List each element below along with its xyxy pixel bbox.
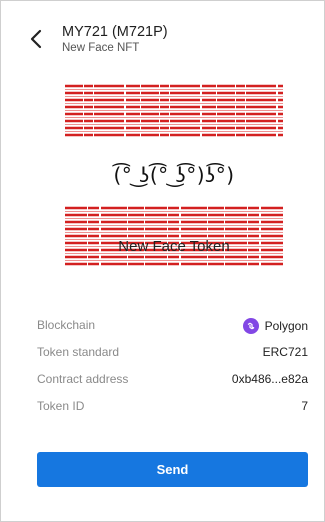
page-title: MY721 (M721P) [62, 24, 168, 40]
detail-value: ERC721 [262, 345, 308, 359]
nft-caption: New Face Token [118, 238, 230, 255]
detail-row-token-id: Token ID 7 [37, 393, 308, 420]
detail-label: Contract address [37, 372, 129, 386]
red-stripes-top [65, 83, 283, 141]
detail-row-contract-address: Contract address 0xb486...e82a [37, 366, 308, 393]
wallet-nft-detail-panel: MY721 (M721P) New Face NFT (͡° ͜ʖ(͡° ͜ʖ͡… [0, 0, 325, 522]
chevron-left-icon [30, 29, 42, 49]
detail-row-token-standard: Token standard ERC721 [37, 339, 308, 366]
detail-value: Polygon [242, 318, 308, 334]
polygon-icon [242, 318, 259, 334]
send-button[interactable]: Send [37, 452, 308, 487]
detail-value: 7 [301, 399, 308, 413]
detail-row-blockchain: Blockchain Polygon [37, 312, 308, 339]
blockchain-value: Polygon [264, 319, 308, 333]
nft-image: (͡° ͜ʖ(͡° ͜ʖ͡°)ʖ͡°) New Face Token [61, 83, 287, 271]
detail-label: Token standard [37, 345, 120, 359]
detail-label: Blockchain [37, 318, 96, 332]
page-subtitle: New Face NFT [62, 42, 140, 54]
detail-value[interactable]: 0xb486...e82a [232, 372, 308, 386]
lenny-face-text: (͡° ͜ʖ(͡° ͜ʖ͡°)ʖ͡°) [113, 163, 235, 187]
nft-details-list: Blockchain Polygon Token standard ERC721… [37, 312, 308, 420]
header: MY721 (M721P) New Face NFT [1, 1, 324, 71]
back-button[interactable] [27, 27, 47, 51]
detail-label: Token ID [37, 399, 85, 413]
